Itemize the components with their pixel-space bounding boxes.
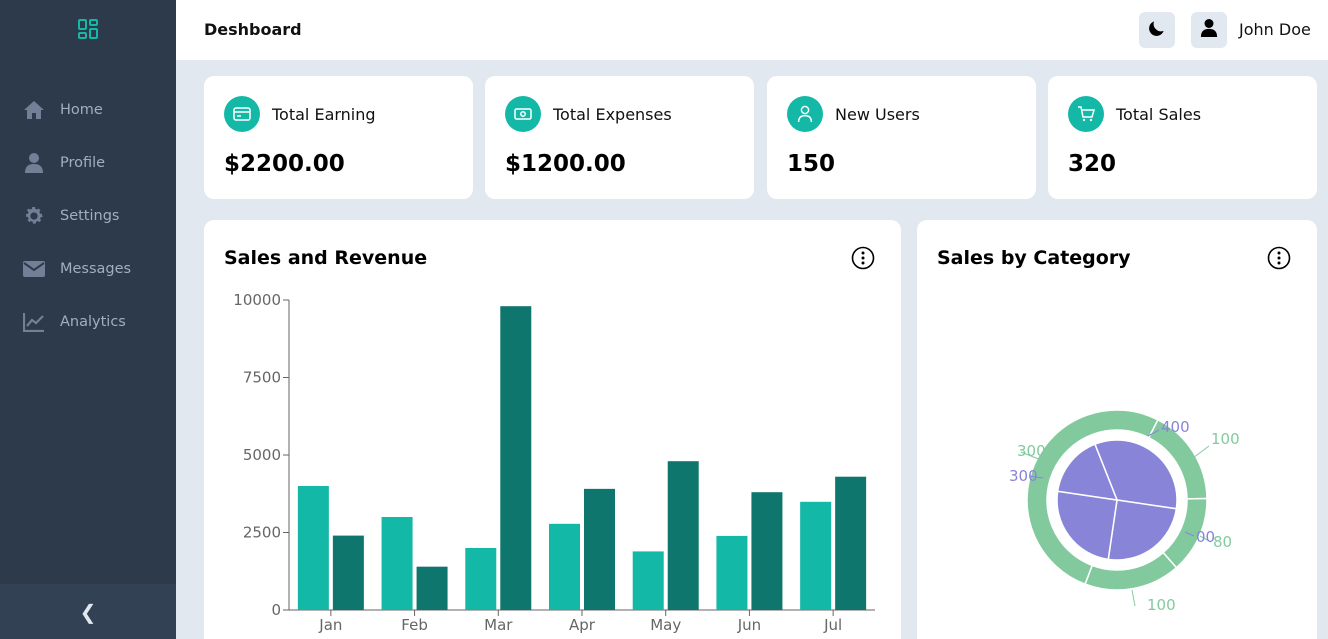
pie-label: 300 [1017,442,1046,460]
x-tick-label: Jul [823,616,842,634]
sidebar-item-profile[interactable]: Profile [0,143,176,183]
card-value: $2200.00 [224,151,345,177]
user-icon [23,152,45,174]
gear-icon [23,205,45,227]
home-icon [23,99,45,121]
x-tick-label: Jan [318,616,342,634]
stat-card-new-users: New Users 150 [767,76,1036,199]
card-title: New Users [835,105,920,124]
card-value: 320 [1068,151,1117,177]
moon-icon [1147,18,1167,42]
card-value: $1200.00 [505,151,626,177]
card-title: Total Expenses [553,105,672,124]
bar [800,501,832,610]
y-tick-label: 7500 [243,369,281,387]
card-title: Total Earning [272,105,376,124]
bar [416,566,448,610]
x-tick-label: Apr [569,616,596,634]
category-panel: Sales by Category 100 80 100 300 400 300 00 [917,220,1317,639]
money-icon [505,96,541,132]
user-icon [1200,18,1218,42]
bar [632,551,664,610]
y-tick-label: 5000 [243,446,281,464]
bar [584,488,615,610]
grid-icon[interactable] [76,17,100,41]
pie-chart: 100 80 100 300 400 300 00 [1009,409,1240,614]
pie-label: 400 [1161,418,1190,436]
avatar[interactable] [1191,12,1227,48]
bar [381,517,413,610]
theme-toggle-button[interactable] [1139,12,1175,48]
sidebar-item-messages[interactable]: Messages [0,249,176,289]
pie-label-line [1131,589,1136,607]
stat-card-total-expenses: Total Expenses $1200.00 [485,76,754,199]
bar [751,492,783,610]
envelope-icon [23,258,45,280]
stat-card-total-earning: Total Earning $2200.00 [204,76,473,199]
bar-chart: 0 2500 5000 7500 10000 Jan Feb Mar Apr May Jun Jul [233,291,875,634]
pie-label: 100 [1211,430,1240,448]
bar [716,535,748,610]
sidebar-item-settings[interactable]: Settings [0,196,176,236]
bar [465,548,497,610]
chart-line-icon [23,311,45,333]
cart-icon [1068,96,1104,132]
y-tick-label: 0 [271,601,281,619]
sidebar-item-label: Home [60,102,103,118]
pie-label: 300 [1009,467,1038,485]
pie-label: 00 [1196,528,1215,546]
bar [667,461,699,610]
pie-label: 100 [1147,596,1176,614]
bar [332,535,364,610]
sidebar: Home Profile Settings Messages Analytics… [0,0,176,639]
sidebar-item-analytics[interactable]: Analytics [0,302,176,342]
y-tick-label: 2500 [243,524,281,542]
x-tick-label: Jun [737,616,761,634]
chevron-left-icon: ❮ [79,599,97,624]
x-tick-label: May [650,616,681,634]
user-icon [787,96,823,132]
card-title: Total Sales [1116,105,1202,124]
bar [500,306,532,610]
sidebar-item-home[interactable]: Home [0,90,176,130]
bar [549,523,580,610]
sidebar-item-label: Profile [60,155,106,171]
user-name[interactable]: John Doe [1239,20,1311,39]
sidebar-item-label: Analytics [60,314,126,330]
x-tick-label: Mar [484,616,513,634]
sales-revenue-panel: Sales and Revenue 0 2500 5000 7500 10000 Jan F… [204,220,901,639]
pie-label: 80 [1213,533,1232,551]
collapse-sidebar-button[interactable]: ❮ [0,584,176,639]
stat-card-total-sales: Total Sales 320 [1048,76,1317,199]
sidebar-item-label: Messages [60,261,132,277]
y-tick-label: 10000 [233,291,281,309]
x-tick-label: Feb [401,616,428,634]
pie-label-line [1192,445,1210,459]
top-bar: Deshboard John Doe [176,0,1328,60]
bar [297,486,329,610]
credit-card-icon [224,96,260,132]
page-title: Deshboard [204,20,302,39]
bar [835,476,867,610]
sidebar-item-label: Settings [60,208,120,224]
card-value: 150 [787,151,836,177]
